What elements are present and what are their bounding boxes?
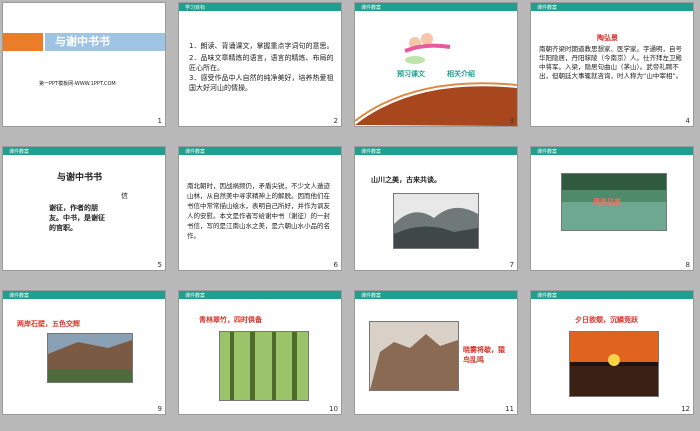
slide-thumb-1[interactable]: 与谢中书书 第一PPT模板网-WWW.1PPT.COM 1 xyxy=(2,2,166,127)
slide-thumb-5[interactable]: 课件教案 与谢中书书 信 谢征，作者的朋友。中书，是谢征的官职。 5 xyxy=(2,146,166,271)
slide-thumb-9[interactable]: 课件教案 两岸石壁，五色交辉 9 xyxy=(2,290,166,415)
image-caption: 晓雾将歇，猿鸟乱鸣 xyxy=(463,346,505,364)
author-bio: 南朝齐梁时期道教思想家、医学家。字通明，自号华阳隐居，丹阳秣陵（今南京）人。仕齐… xyxy=(539,45,683,80)
slide-number: 4 xyxy=(685,117,690,125)
header-tag: 课件教案 xyxy=(185,149,206,155)
header-tag: 学习目标 xyxy=(185,5,206,11)
slide-number: 12 xyxy=(681,405,690,413)
slide-title: 与谢中书书 xyxy=(55,35,110,48)
header-tag: 课件教案 xyxy=(361,149,382,155)
title-band-left xyxy=(3,33,43,51)
image-caption: 两岸石壁，五色交辉 xyxy=(17,320,80,328)
caption-preview: 预习课文 xyxy=(397,70,425,78)
slide-number: 5 xyxy=(157,261,162,269)
slide-thumb-10[interactable]: 课件教案 青林翠竹，四时俱备 10 xyxy=(178,290,342,415)
objective-2: 2．品味文章精炼的语言，语言的精炼、布局的匠心所在。 xyxy=(189,54,334,72)
tail-char: 信 xyxy=(121,192,128,200)
slide-thumb-11[interactable]: 课件教案 晓雾将歇，猿鸟乱鸣 11 xyxy=(354,290,518,415)
misty-mountain-image xyxy=(369,321,459,391)
site-label: 第一PPT模板网-WWW.1PPT.COM xyxy=(39,81,116,87)
ink-landscape-image xyxy=(393,193,479,249)
image-caption: 夕日欲颓，沉鳞竞跃 xyxy=(575,316,638,324)
header-tag: 课件教案 xyxy=(361,293,382,299)
header-tag: 课件教案 xyxy=(537,149,558,155)
slide-number: 1 xyxy=(157,117,162,125)
sunset-lake-image xyxy=(569,331,659,397)
caption-intro: 相关介绍 xyxy=(447,70,475,78)
background-text: 南北朝时，因战祸频仍，矛盾尖锐，不少文人遁迹山林，从自然美中寻求精神上的解脱。因… xyxy=(187,182,330,240)
slide-thumb-12[interactable]: 课件教案 夕日欲颓，沉鳞竞跃 12 xyxy=(530,290,694,415)
slide-number: 7 xyxy=(509,261,514,269)
header-tag: 课件教案 xyxy=(185,293,206,299)
header-tag: 课件教案 xyxy=(9,293,30,299)
slide-thumb-6[interactable]: 课件教案 南北朝时，因战祸频仍，矛盾尖锐，不少文人遁迹山林，从自然美中寻求精神上… xyxy=(178,146,342,271)
slide-thumb-3[interactable]: 课件教案 预习课文 相关介绍 3 xyxy=(354,2,518,127)
slide-number: 2 xyxy=(333,117,338,125)
author-heading: 陶弘景 xyxy=(597,34,618,42)
slide-thumb-8[interactable]: 课件教案 清流见底 8 xyxy=(530,146,694,271)
note-text: 谢征，作者的朋友。中书，是谢征的官职。 xyxy=(49,204,105,232)
header-tag: 课件教案 xyxy=(537,5,558,11)
cliff-image xyxy=(47,333,133,383)
image-caption: 清流见底 xyxy=(593,198,621,206)
slide-thumb-7[interactable]: 课件教案 山川之美，古来共谈。 7 xyxy=(354,146,518,271)
quote-caption: 山川之美，古来共谈。 xyxy=(371,176,441,184)
slide-number: 10 xyxy=(329,405,338,413)
slide-thumb-4[interactable]: 课件教案 陶弘景 南朝齐梁时期道教思想家、医学家。字通明，自号华阳隐居，丹阳秣陵… xyxy=(530,2,694,127)
slide-number: 9 xyxy=(157,405,162,413)
bamboo-forest-image xyxy=(219,331,309,401)
image-caption: 青林翠竹，四时俱备 xyxy=(199,316,262,324)
cartoon-illustration xyxy=(355,33,517,126)
slide-number: 11 xyxy=(505,405,514,413)
slide-number: 8 xyxy=(685,261,690,269)
header-tag: 课件教案 xyxy=(537,293,558,299)
slide-number: 3 xyxy=(509,117,514,125)
slide-title: 与谢中书书 xyxy=(57,173,103,183)
slide-thumb-2[interactable]: 学习目标 1．朗读、背诵课文，掌握重点字词句的意思。 2．品味文章精炼的语言，语… xyxy=(178,2,342,127)
objective-3: 3．感受作品中人自然的纯净美好，培养热爱祖国大好河山的情操。 xyxy=(189,74,334,92)
header-tag: 课件教案 xyxy=(9,149,30,155)
objective-1: 1．朗读、背诵课文，掌握重点字词句的意思。 xyxy=(189,42,334,50)
slide-number: 6 xyxy=(333,261,338,269)
